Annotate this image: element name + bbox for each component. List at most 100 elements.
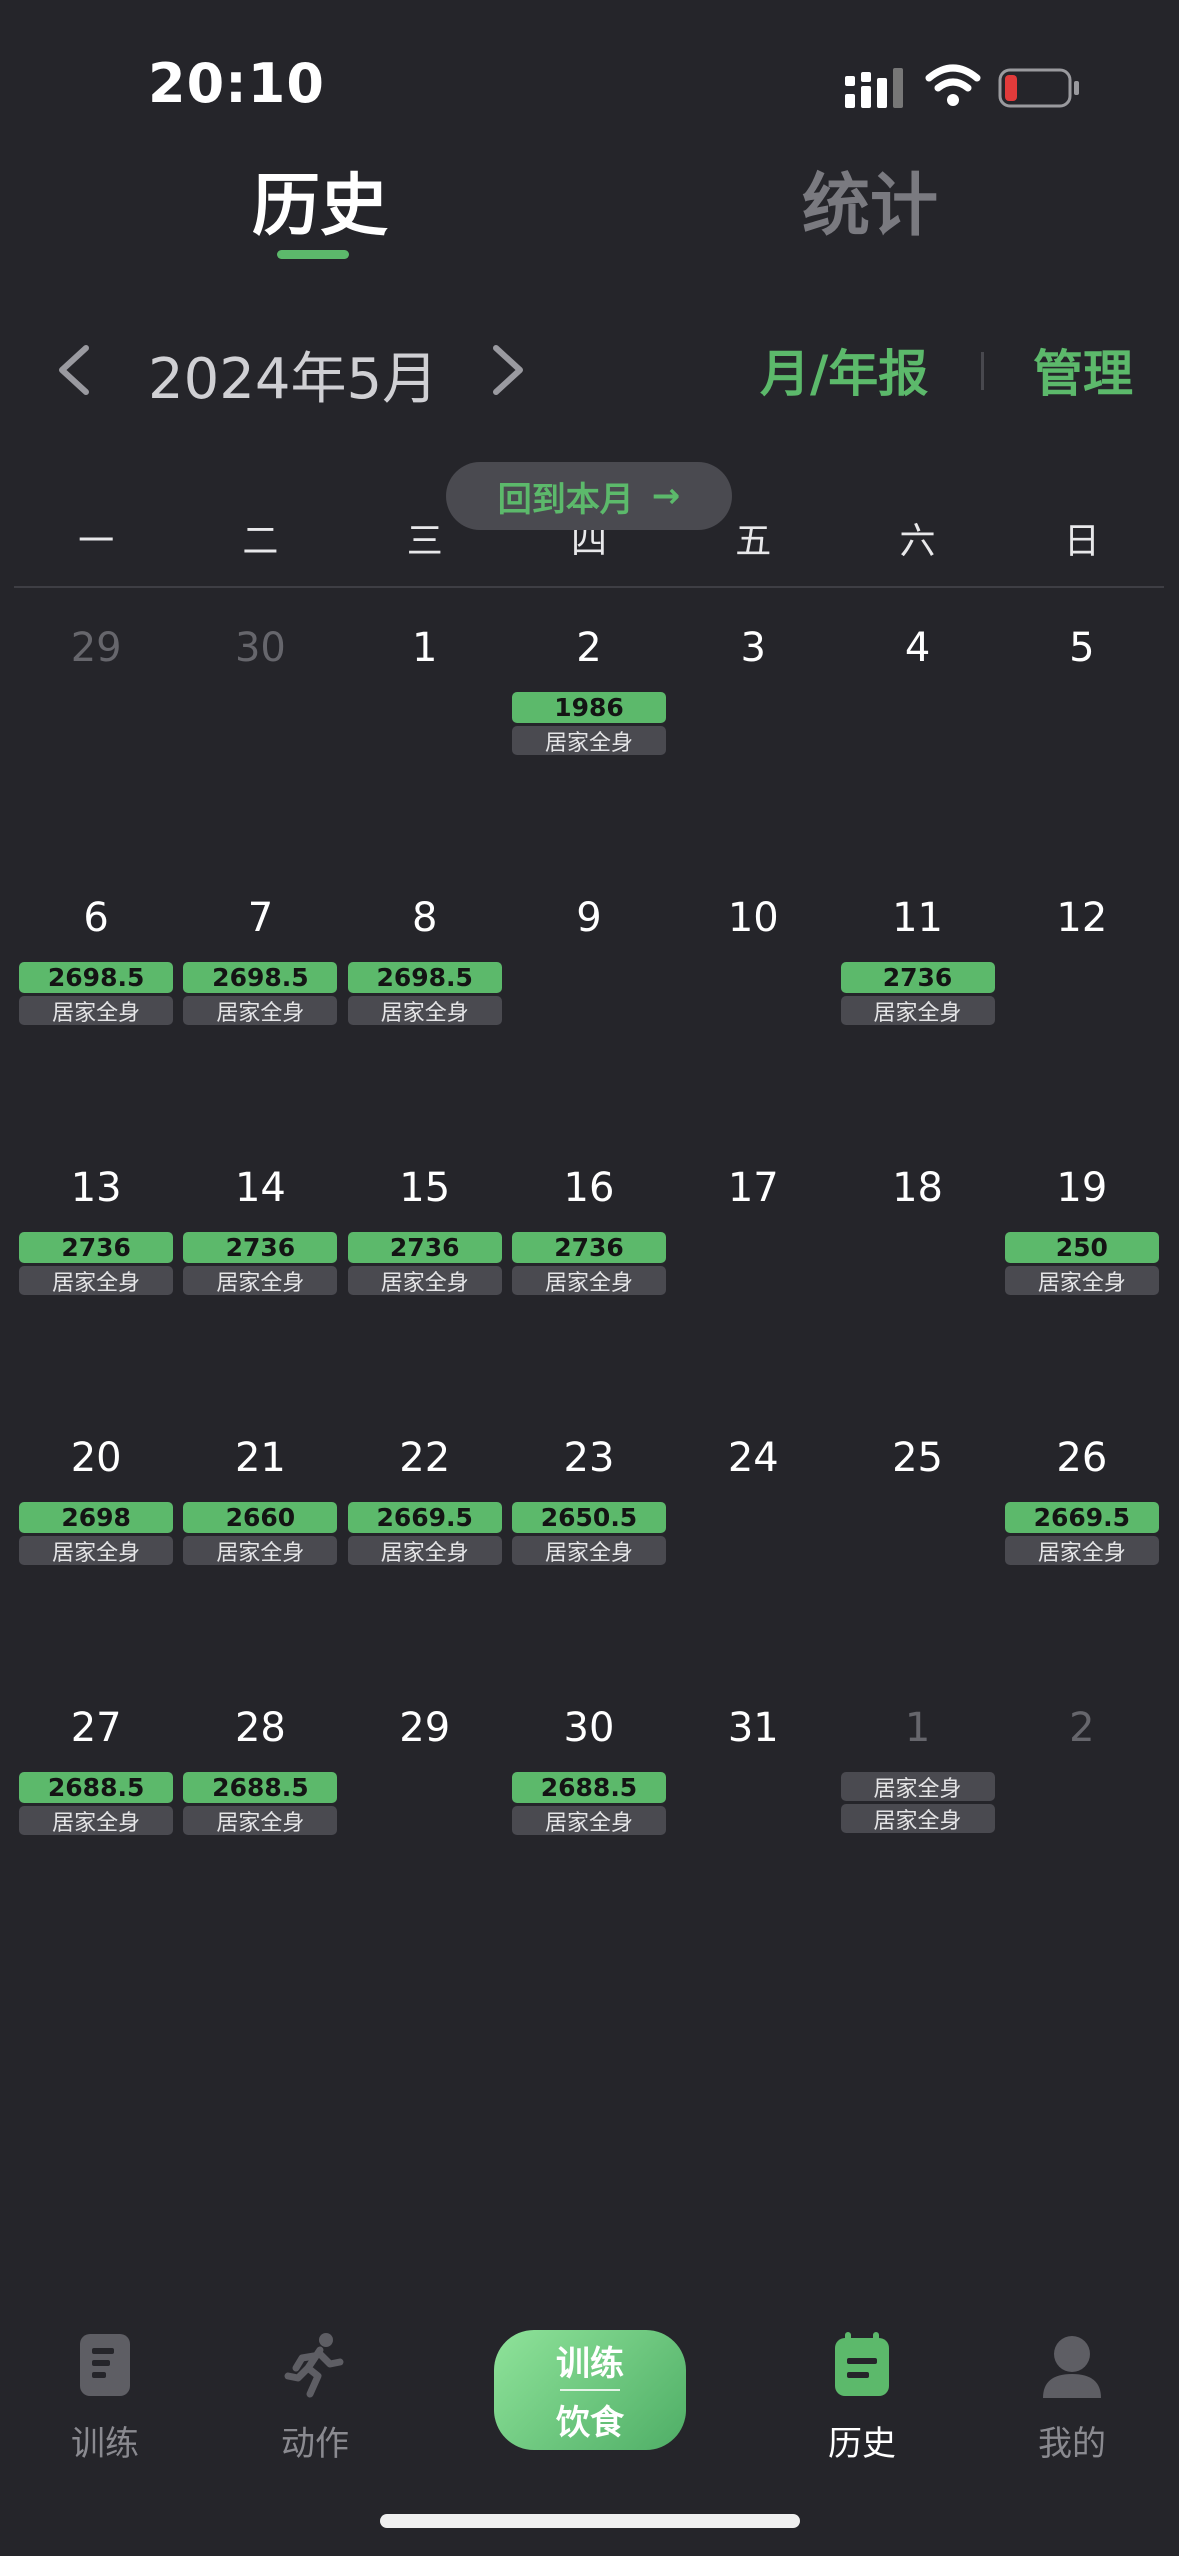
calendar-day[interactable]: 22 2669.5 居家全身 bbox=[343, 1430, 507, 1700]
calendar-day[interactable]: 29 bbox=[14, 620, 178, 890]
day-number: 2 bbox=[576, 625, 602, 671]
wifi-icon bbox=[925, 64, 981, 106]
calendar-day[interactable]: 28 2688.5 居家全身 bbox=[178, 1700, 342, 1970]
calorie-badge: 2688.5 bbox=[19, 1772, 174, 1803]
calorie-badge: 250 bbox=[1004, 1232, 1159, 1263]
status-bar: 20:10 bbox=[0, 0, 1179, 150]
calendar-day[interactable]: 25 bbox=[835, 1430, 999, 1700]
workout-tag: 居家全身 bbox=[840, 1772, 995, 1802]
calorie-badge: 2698.5 bbox=[183, 962, 338, 993]
calendar-day[interactable]: 27 2688.5 居家全身 bbox=[14, 1700, 178, 1970]
workout-tag: 居家全身 bbox=[511, 1536, 666, 1566]
calendar-day[interactable]: 12 bbox=[1000, 890, 1164, 1160]
workout-tag: 居家全身 bbox=[840, 996, 995, 1026]
day-number: 28 bbox=[234, 1705, 286, 1751]
day-number: 2 bbox=[1069, 1705, 1095, 1751]
calorie-badge: 2736 bbox=[511, 1232, 666, 1263]
tab-label: 历史 bbox=[828, 2424, 896, 2464]
workout-tag: 居家全身 bbox=[347, 1266, 502, 1296]
calendar-day[interactable]: 17 bbox=[671, 1160, 835, 1430]
day-number: 17 bbox=[727, 1165, 779, 1211]
calorie-badge: 2660 bbox=[183, 1502, 338, 1533]
workout-tag: 居家全身 bbox=[19, 1806, 174, 1836]
calendar-day[interactable]: 13 2736 居家全身 bbox=[14, 1160, 178, 1430]
weekday-label: 六 bbox=[899, 521, 936, 562]
calendar-day[interactable]: 26 2669.5 居家全身 bbox=[1000, 1430, 1164, 1700]
day-number: 20 bbox=[70, 1435, 122, 1481]
day-number: 9 bbox=[576, 895, 602, 941]
battery-icon bbox=[998, 68, 1079, 108]
day-number: 29 bbox=[399, 1705, 451, 1751]
calendar-day[interactable]: 11 2736 居家全身 bbox=[835, 890, 999, 1160]
calorie-badge: 2698.5 bbox=[347, 962, 502, 993]
tab-history-bottom[interactable]: 历史 bbox=[792, 2330, 932, 2465]
calendar-day[interactable]: 7 2698.5 居家全身 bbox=[178, 890, 342, 1160]
calendar-day[interactable]: 2 1986 居家全身 bbox=[507, 620, 671, 890]
day-number: 30 bbox=[563, 1705, 615, 1751]
training-diet-button[interactable]: 训练 饮食 bbox=[494, 2330, 686, 2450]
weekday-label: 二 bbox=[242, 521, 279, 562]
workout-tag: 居家全身 bbox=[183, 1806, 338, 1836]
tab-statistics[interactable]: 统计 bbox=[802, 150, 938, 249]
calorie-badge: 2698 bbox=[19, 1502, 174, 1533]
calorie-badge: 2688.5 bbox=[511, 1772, 666, 1803]
day-number: 24 bbox=[727, 1435, 779, 1481]
day-number: 14 bbox=[234, 1165, 286, 1211]
calendar-day[interactable]: 23 2650.5 居家全身 bbox=[507, 1430, 671, 1700]
calendar-day[interactable]: 9 bbox=[507, 890, 671, 1160]
calendar-day[interactable]: 29 bbox=[343, 1700, 507, 1970]
calendar-day[interactable]: 3 bbox=[671, 620, 835, 890]
tab-history[interactable]: 历史 bbox=[252, 150, 388, 249]
day-number: 18 bbox=[892, 1165, 943, 1211]
cellular-signal-icon bbox=[845, 68, 903, 108]
back-to-month-label: 回到本月 bbox=[497, 479, 634, 520]
day-number: 3 bbox=[740, 625, 766, 671]
calendar-day[interactable]: 15 2736 居家全身 bbox=[343, 1160, 507, 1430]
chevron-right-icon[interactable] bbox=[486, 342, 530, 398]
clipboard-icon bbox=[80, 2334, 130, 2396]
calendar-day[interactable]: 18 bbox=[835, 1160, 999, 1430]
calorie-badge: 2688.5 bbox=[183, 1772, 338, 1803]
calendar-week: 29 30 1 2 1986 居家全身 3 4 5 bbox=[14, 620, 1164, 890]
manage-button[interactable]: 管理 bbox=[1033, 334, 1133, 406]
calendar-day[interactable]: 30 2688.5 居家全身 bbox=[507, 1700, 671, 1970]
calendar-day[interactable]: 19 250 居家全身 bbox=[1000, 1160, 1164, 1430]
day-number: 27 bbox=[70, 1705, 122, 1751]
chevron-left-icon[interactable] bbox=[52, 342, 96, 398]
calendar-week: 27 2688.5 居家全身 28 2688.5 居家全身 29 30 2688.5 居家全身 31… bbox=[14, 1700, 1164, 1970]
day-number: 21 bbox=[234, 1435, 286, 1481]
back-to-month-button[interactable]: 回到本月 → bbox=[446, 462, 732, 530]
calendar-day[interactable]: 21 2660 居家全身 bbox=[178, 1430, 342, 1700]
calendar-day[interactable]: 6 2698.5 居家全身 bbox=[14, 890, 178, 1160]
calendar-day[interactable]: 1 居家全身 居家全身 bbox=[835, 1700, 999, 1970]
calorie-badge: 2736 bbox=[183, 1232, 338, 1263]
tab-exercises[interactable]: 动作 bbox=[245, 2330, 385, 2465]
calendar-week: 6 2698.5 居家全身 7 2698.5 居家全身 8 2698.5 居家全身 9 10 11 27… bbox=[14, 890, 1164, 1160]
calendar-day[interactable]: 20 2698 居家全身 bbox=[14, 1430, 178, 1700]
weekday-label: 日 bbox=[1063, 521, 1100, 562]
calendar-day[interactable]: 16 2736 居家全身 bbox=[507, 1160, 671, 1430]
tab-profile[interactable]: 我的 bbox=[1002, 2330, 1142, 2465]
calendar-day[interactable]: 2 bbox=[1000, 1700, 1164, 1970]
day-number: 25 bbox=[892, 1435, 943, 1481]
tab-training[interactable]: 训练 bbox=[35, 2330, 175, 2465]
calendar-day[interactable]: 5 bbox=[1000, 620, 1164, 890]
calendar-day[interactable]: 30 bbox=[178, 620, 342, 890]
workout-tag: 居家全身 bbox=[19, 1266, 174, 1296]
calendar-day[interactable]: 1 bbox=[343, 620, 507, 890]
workout-tag: 居家全身 bbox=[511, 726, 666, 756]
calendar-day[interactable]: 10 bbox=[671, 890, 835, 1160]
calendar-day[interactable]: 4 bbox=[835, 620, 999, 890]
calendar-day[interactable]: 24 bbox=[671, 1430, 835, 1700]
calorie-badge: 2669.5 bbox=[1004, 1502, 1159, 1533]
workout-tag: 居家全身 bbox=[183, 1536, 338, 1566]
calorie-badge: 2736 bbox=[840, 962, 995, 993]
workout-tag: 居家全身 bbox=[1004, 1266, 1159, 1296]
day-number: 6 bbox=[83, 895, 109, 941]
workout-tag: 居家全身 bbox=[511, 1806, 666, 1836]
calendar-day[interactable]: 8 2698.5 居家全身 bbox=[343, 890, 507, 1160]
report-button[interactable]: 月/年报 bbox=[760, 334, 928, 406]
calendar-day[interactable]: 31 bbox=[671, 1700, 835, 1970]
calorie-badge: 2698.5 bbox=[19, 962, 174, 993]
calendar-day[interactable]: 14 2736 居家全身 bbox=[178, 1160, 342, 1430]
